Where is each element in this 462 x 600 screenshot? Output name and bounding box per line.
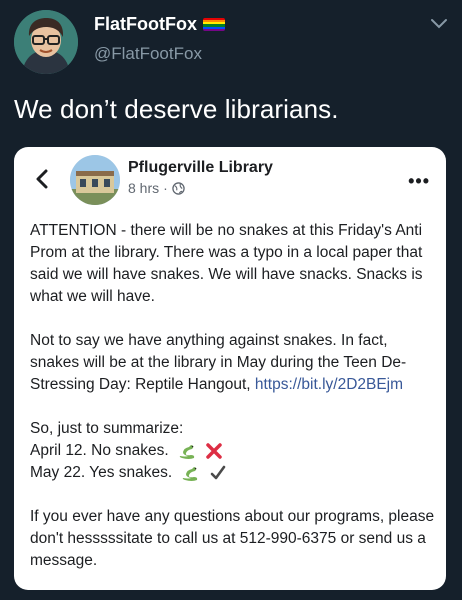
post-paragraph-snakes: Not to say we have anything against snak… — [30, 330, 436, 396]
display-name[interactable]: FlatFootFox — [94, 14, 225, 35]
page-avatar[interactable] — [70, 155, 120, 205]
avatar-illustration — [14, 10, 78, 74]
red-x-icon — [206, 443, 223, 459]
snake-icon — [179, 444, 195, 459]
user-avatar[interactable] — [14, 10, 78, 74]
summary-line-april-text: April 12. No snakes. — [30, 442, 169, 459]
globe-icon — [172, 181, 185, 195]
summary-line-may-text: May 22. Yes snakes. — [30, 464, 173, 481]
event-link[interactable]: https://bit.ly/2D2BEjm — [255, 376, 403, 393]
summary-line-may: May 22. Yes snakes. — [30, 462, 436, 484]
facebook-post-screenshot: Pflugerville Library 8 hrs · ••• ATTENTI… — [14, 147, 446, 590]
summary-line-april: April 12. No snakes. — [30, 440, 436, 462]
tweet-header: FlatFootFox @FlatFootFox — [14, 8, 450, 78]
chevron-left-icon[interactable] — [34, 169, 50, 189]
post-body: ATTENTION - there will be no snakes at t… — [30, 220, 436, 572]
rainbow-flag-icon — [202, 18, 225, 31]
post-meta: 8 hrs · — [128, 180, 185, 196]
page-name[interactable]: Pflugerville Library — [128, 159, 273, 177]
post-paragraph-attention: ATTENTION - there will be no snakes at t… — [30, 222, 423, 305]
check-icon — [210, 465, 226, 480]
meta-separator: · — [163, 180, 168, 196]
user-handle[interactable]: @FlatFootFox — [94, 44, 202, 64]
post-time[interactable]: 8 hrs — [128, 180, 159, 196]
tweet-text: We don’t deserve librarians. — [14, 94, 339, 124]
post-paragraph-closing: If you ever have any questions about our… — [30, 508, 435, 569]
library-building-image — [70, 155, 120, 205]
more-horizontal-icon[interactable]: ••• — [408, 171, 430, 192]
summary-intro: So, just to summarize: — [30, 420, 184, 437]
chevron-down-icon[interactable] — [428, 12, 450, 34]
snake-icon — [183, 466, 198, 481]
display-name-text[interactable]: FlatFootFox — [94, 14, 197, 35]
